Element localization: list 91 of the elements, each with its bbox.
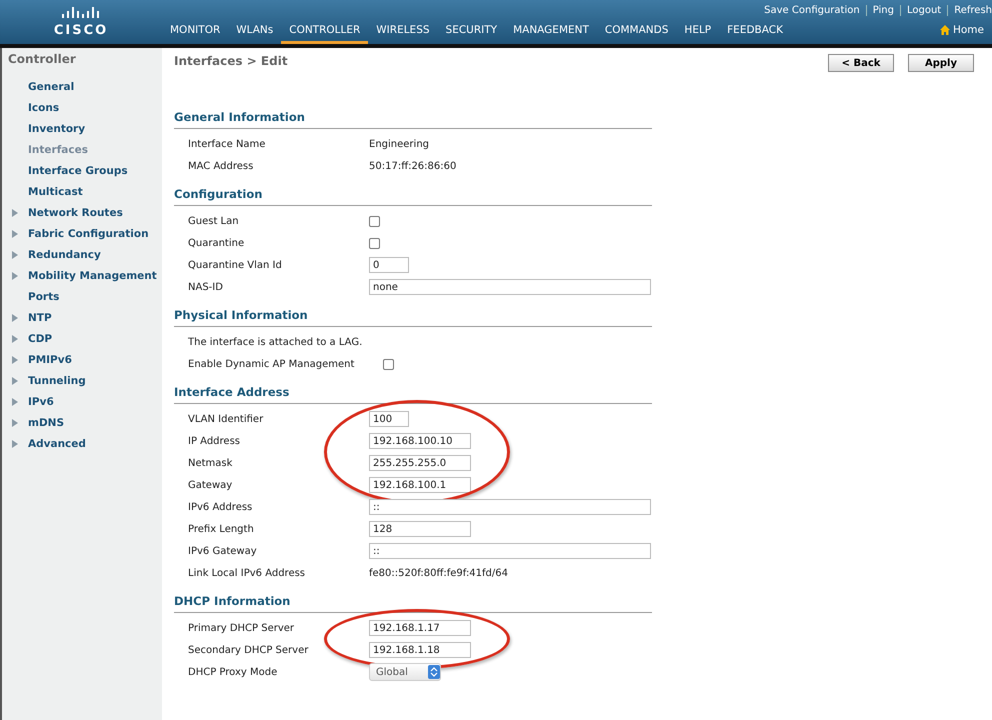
section-heading: Physical Information (174, 304, 652, 327)
expand-triangle-icon (12, 314, 18, 322)
field-label: Interface Name (188, 138, 266, 150)
top-link[interactable]: Logout (900, 5, 942, 16)
input-field[interactable]: 192.168.100.10 (369, 433, 471, 449)
expand-triangle-icon (12, 398, 18, 406)
sidebar-item[interactable]: IPv6 (8, 396, 54, 408)
expand-triangle-icon (12, 250, 18, 258)
sidebar-item[interactable]: Redundancy (8, 248, 101, 260)
field-label: IP Address (188, 436, 241, 446)
sidebar-item[interactable]: Network Routes (8, 206, 123, 218)
nav-tab[interactable]: MANAGEMENT (505, 20, 597, 44)
sidebar-item[interactable]: Advanced (8, 438, 86, 450)
action-button[interactable]: < Back (828, 54, 894, 72)
sidebar-item[interactable]: PMIPv6 (8, 354, 72, 366)
logo-bars-icon (61, 6, 101, 20)
input-field[interactable]: 0 (369, 257, 409, 273)
sidebar-item[interactable]: Ports (8, 290, 60, 302)
home-icon (940, 25, 950, 35)
nav-tab[interactable]: WLANs (228, 20, 282, 44)
sidebar-item[interactable]: Inventory (8, 122, 86, 134)
expand-triangle-icon (12, 334, 18, 342)
sidebar-item[interactable]: Icons (8, 102, 60, 114)
top-link[interactable]: Ping (866, 5, 894, 16)
input-field[interactable]: 192.168.1.17 (369, 620, 471, 636)
field-label: Primary DHCP Server (188, 622, 296, 634)
expand-triangle-icon (12, 272, 18, 280)
checkbox[interactable] (369, 216, 380, 226)
field-label: MAC Address (188, 160, 254, 172)
nav-tab[interactable]: COMMANDS (596, 20, 676, 44)
nav-tab[interactable]: HELP (676, 20, 720, 44)
field-label: Secondary DHCP Server (188, 644, 310, 656)
home-link[interactable]: Home (932, 24, 992, 44)
info-text: The interface is attached to a LAG. (188, 336, 362, 348)
nav-tab[interactable]: FEEDBACK (719, 20, 791, 44)
sidebar-item[interactable]: Multicast (8, 186, 83, 198)
section-heading: General Information (174, 106, 652, 129)
input-field[interactable]: 100 (369, 411, 409, 427)
field-label: IPv6 Address (188, 502, 254, 512)
field-label: NAS-ID (188, 282, 224, 292)
field-label: Quarantine (188, 238, 246, 248)
action-button[interactable]: Apply (908, 54, 974, 72)
expand-triangle-icon (12, 208, 18, 216)
sidebar-item[interactable]: Fabric Configuration (8, 228, 149, 240)
sidebar-item[interactable]: Tunneling (8, 374, 86, 386)
field-label: Link Local IPv6 Address (188, 568, 306, 578)
expand-triangle-icon (12, 418, 18, 426)
nav-tab[interactable]: SECURITY (438, 20, 506, 44)
input-field[interactable]: 128 (369, 521, 471, 537)
section-heading: Interface Address (174, 381, 652, 404)
sidebar-item[interactable]: CDP (8, 332, 52, 344)
section-heading: DHCP Information (174, 590, 652, 613)
input-field[interactable]: :: (369, 543, 651, 559)
field-value: Engineering (369, 138, 429, 150)
logo-text: CISCO (54, 22, 108, 38)
sidebar-title: Controller (8, 52, 77, 66)
expand-triangle-icon (12, 376, 18, 384)
input-field[interactable]: 255.255.255.0 (369, 455, 471, 471)
field-label: Guest Lan (188, 216, 240, 226)
field-label: Netmask (188, 458, 234, 468)
field-label: DHCP Proxy Mode (188, 666, 278, 678)
field-label: IPv6 Gateway (188, 546, 258, 556)
checkbox[interactable] (369, 238, 380, 248)
field-label: Enable Dynamic AP Management (188, 358, 356, 370)
expand-triangle-icon (12, 440, 18, 448)
page-title: Interfaces > Edit (174, 54, 288, 68)
input-field[interactable]: none (369, 279, 651, 295)
sidebar-item[interactable]: Mobility Management (8, 270, 157, 282)
field-label: VLAN Identifier (188, 414, 264, 424)
dropdown[interactable]: Global (369, 663, 441, 681)
checkbox[interactable] (383, 358, 394, 370)
expand-triangle-icon (12, 230, 18, 238)
field-value: 50:17:ff:26:86:60 (369, 160, 456, 172)
input-field[interactable]: 192.168.1.18 (369, 642, 471, 658)
sidebar-item[interactable]: NTP (8, 312, 52, 324)
nav-tab[interactable]: WIRELESS (368, 20, 438, 44)
sidebar-item[interactable]: mDNS (8, 416, 64, 428)
dropdown-arrows-icon (428, 665, 440, 679)
nav-tab[interactable]: MONITOR (162, 20, 228, 44)
top-link[interactable]: Refresh (947, 5, 992, 16)
field-value: fe80::520f:80ff:fe9f:41fd/64 (369, 568, 508, 578)
section-heading: Configuration (174, 183, 652, 206)
field-label: Quarantine Vlan Id (188, 260, 283, 270)
input-field[interactable]: 192.168.100.1 (369, 477, 471, 493)
field-label: Gateway (188, 480, 234, 490)
top-link[interactable]: Save Configuration (764, 5, 860, 16)
field-label: Prefix Length (188, 524, 255, 534)
sidebar-item[interactable]: General (8, 80, 74, 92)
sidebar-item[interactable]: Interface Groups (8, 164, 128, 176)
input-field[interactable]: :: (369, 499, 651, 515)
expand-triangle-icon (12, 356, 18, 364)
